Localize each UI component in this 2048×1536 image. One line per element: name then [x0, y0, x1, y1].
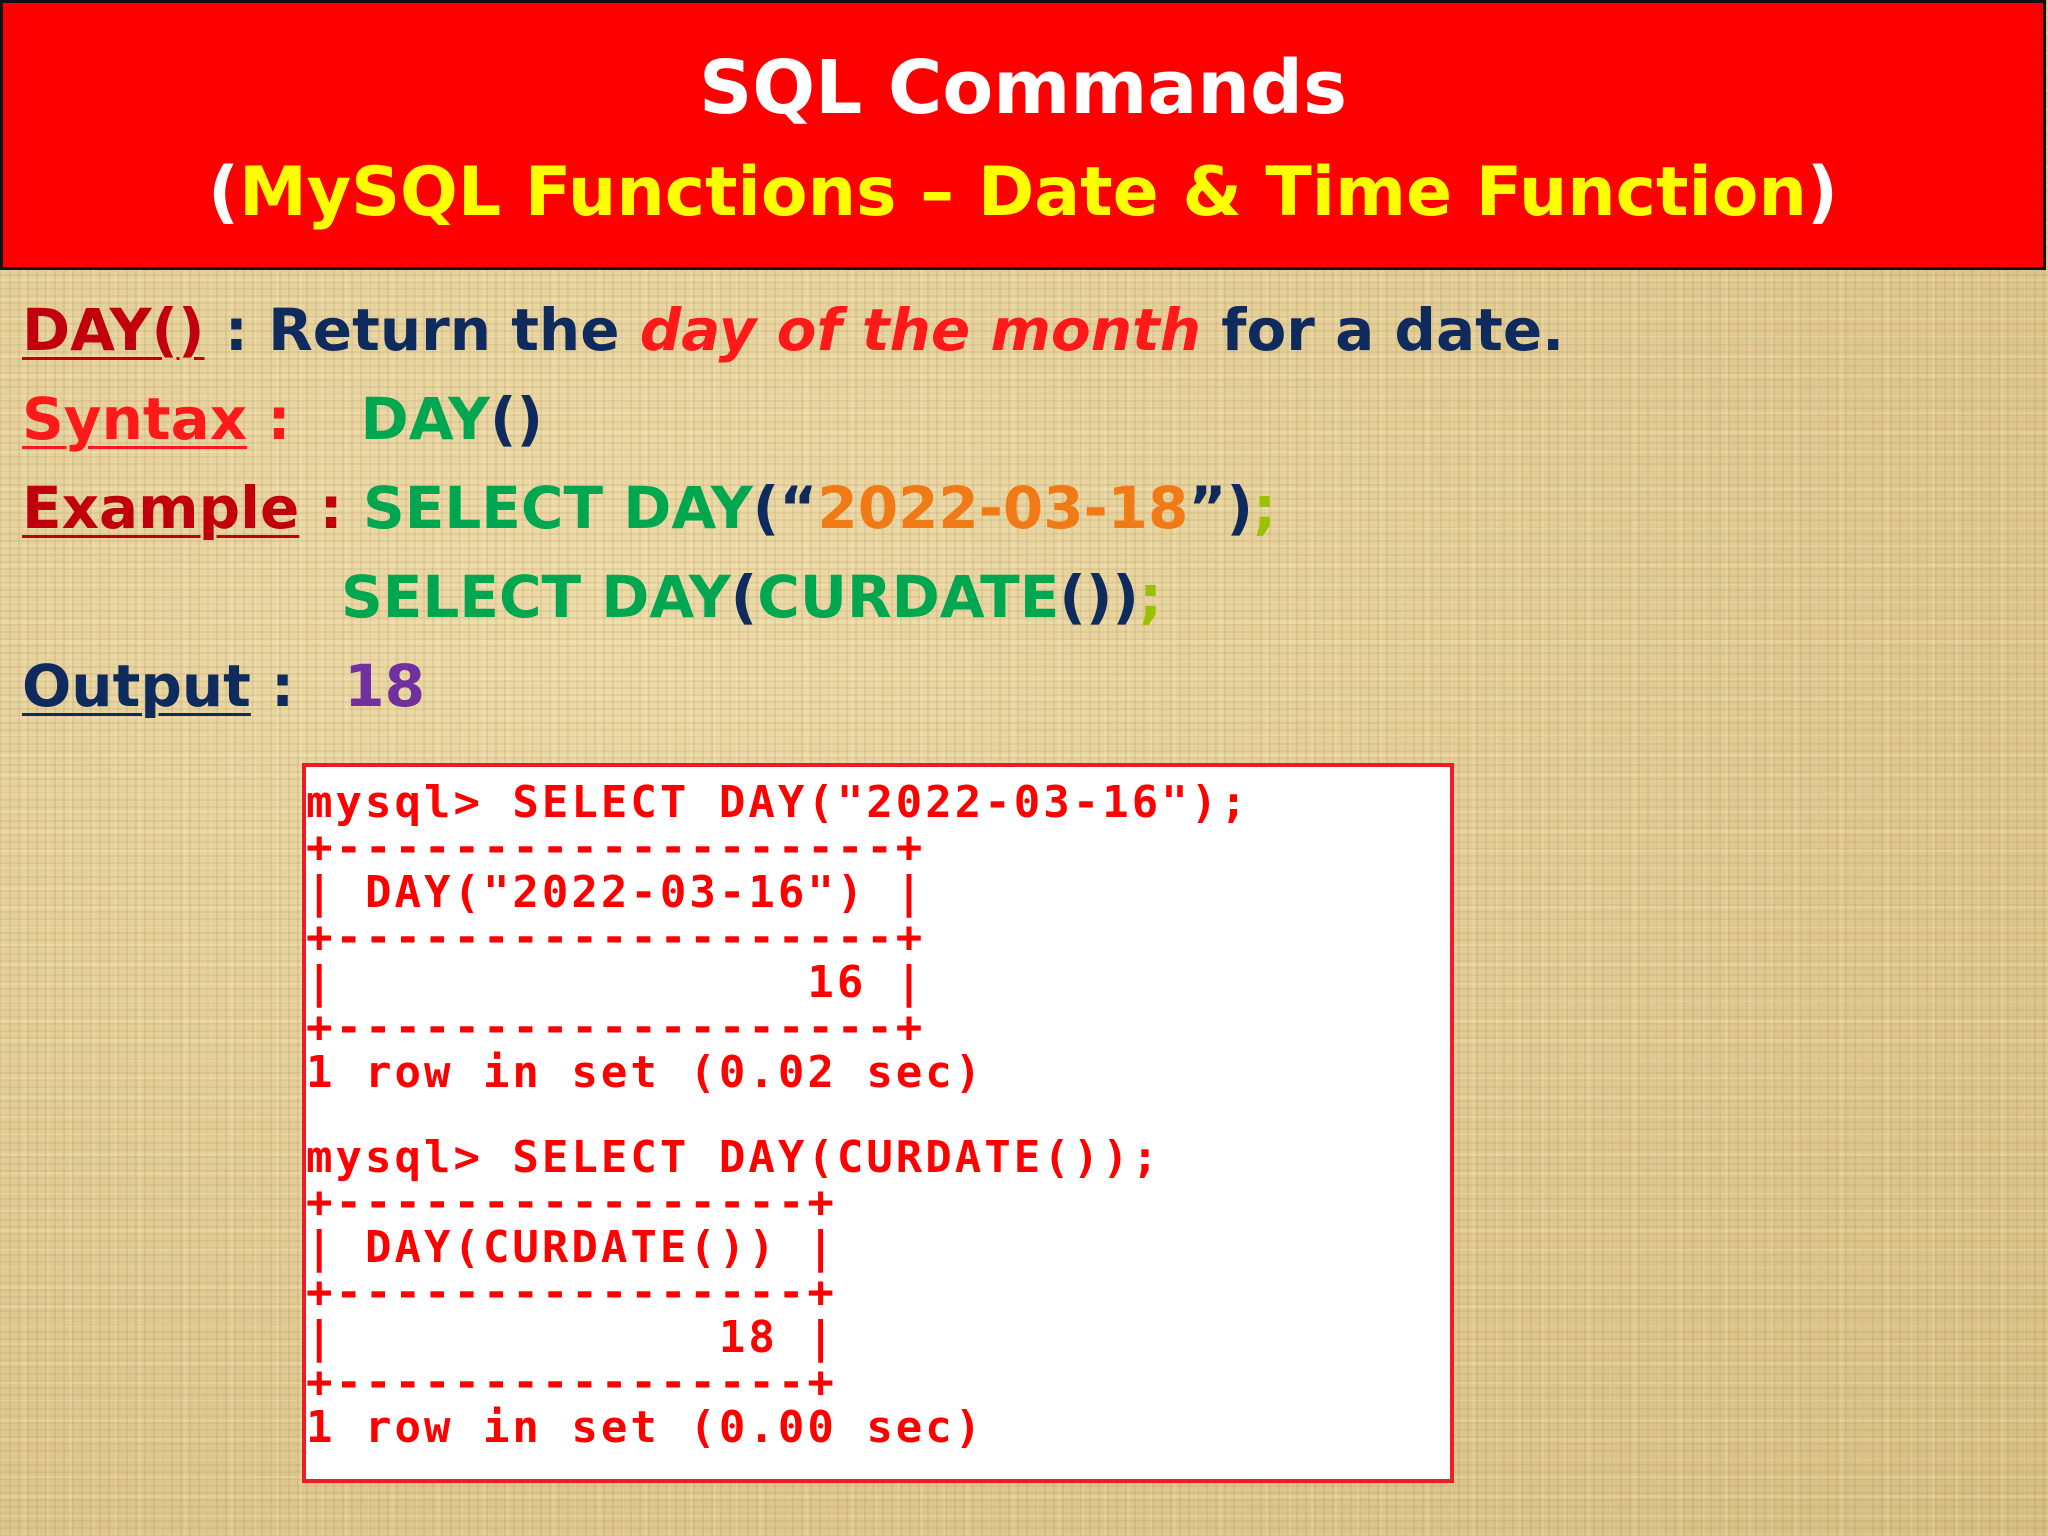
definition-text-after: for a date.: [1201, 296, 1565, 364]
syntax-line: Syntax : DAY(): [22, 381, 543, 457]
page-title: SQL Commands: [698, 45, 1348, 131]
example1-open: (“: [752, 474, 818, 542]
example2-semicolon: ;: [1138, 563, 1163, 631]
page-subtitle: (MySQL Functions – Date & Time Function): [3, 148, 2043, 238]
example2-open: (: [730, 563, 758, 631]
example1-func: SELECT DAY: [362, 474, 753, 542]
example-label: Example: [22, 474, 300, 542]
console-line: 1 row in set (0.00 sec): [306, 1402, 985, 1453]
example-line-2: SELECT DAY(CURDATE());: [341, 559, 1162, 635]
definition-emphasis: day of the month: [639, 296, 1202, 364]
syntax-func: DAY: [360, 385, 491, 453]
subtitle-text: MySQL Functions – Date & Time Function: [239, 153, 1807, 232]
example2-func: SELECT DAY: [341, 563, 731, 631]
output-separator: :: [250, 652, 295, 720]
example1-arg: 2022-03-18: [817, 474, 1189, 542]
subtitle-close-paren: ): [1806, 153, 1838, 232]
definition-line: DAY() : Return the day of the month for …: [22, 292, 1564, 368]
example-line-1: Example : SELECT DAY(“2022-03-18”);: [22, 470, 1276, 546]
example-separator: :: [299, 474, 363, 542]
example1-semicolon: ;: [1253, 474, 1277, 542]
subtitle-open-paren: (: [208, 153, 240, 232]
example2-arg: CURDATE: [757, 563, 1060, 631]
title-banner: SQL Commands (MySQL Functions – Date & T…: [0, 0, 2046, 270]
output-value: 18: [344, 652, 425, 720]
syntax-label: Syntax: [22, 385, 248, 453]
output-line: Output :18: [22, 648, 425, 724]
syntax-separator: :: [247, 385, 291, 453]
mysql-console-screenshot: mysql> SELECT DAY("2022-03-16"); +------…: [302, 763, 1454, 1483]
definition-separator: :: [204, 296, 269, 364]
example1-close: ”): [1188, 474, 1253, 542]
syntax-parens: (): [490, 385, 544, 453]
console-line: 1 row in set (0.02 sec): [306, 1047, 985, 1098]
output-label: Output: [22, 652, 251, 720]
definition-text-before: Return the: [268, 296, 640, 364]
function-name: DAY(): [22, 296, 205, 364]
example2-close: ()): [1059, 563, 1139, 631]
